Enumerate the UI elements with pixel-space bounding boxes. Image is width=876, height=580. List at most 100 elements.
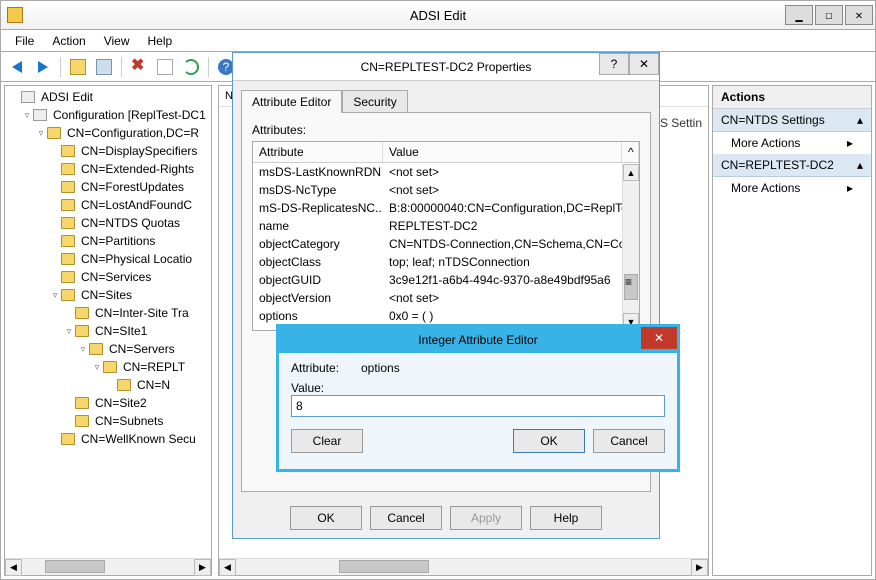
expand-toggle-icon[interactable]: ▿ <box>77 344 89 355</box>
up-button[interactable] <box>66 55 90 79</box>
folder-icon <box>61 235 75 247</box>
tree-node[interactable]: ▿CN=SIte1 <box>7 322 209 340</box>
scroll-right-icon[interactable]: ▶ <box>691 559 708 576</box>
panel-icon <box>96 59 112 75</box>
attribute-list[interactable]: Attribute Value ^ msDS-LastKnownRDN<not … <box>252 141 640 331</box>
tree-node[interactable]: CN=Site2 <box>7 394 209 412</box>
attr-value-cell: 0x0 = ( ) <box>383 307 639 325</box>
tree-node[interactable]: CN=Extended-Rights <box>7 160 209 178</box>
tree-node[interactable]: ▿CN=Sites <box>7 286 209 304</box>
scroll-thumb[interactable] <box>339 560 429 573</box>
attribute-row[interactable]: msDS-NcType<not set> <box>253 181 639 199</box>
attribute-row[interactable]: objectVersion<not set> <box>253 289 639 307</box>
show-hide-tree-button[interactable] <box>92 55 116 79</box>
folder-icon <box>103 361 117 373</box>
tree-node[interactable]: ▿Configuration [ReplTest-DC1 <box>7 106 209 124</box>
tree-view[interactable]: ADSI Edit▿Configuration [ReplTest-DC1▿CN… <box>5 86 211 558</box>
tab-security[interactable]: Security <box>342 90 407 113</box>
tree-node[interactable]: CN=Partitions <box>7 232 209 250</box>
dialog-help-button[interactable]: ? <box>599 53 629 75</box>
ok-button[interactable]: OK <box>513 429 585 453</box>
dialog-close-button[interactable]: ✕ <box>629 53 659 75</box>
scroll-thumb[interactable] <box>45 560 105 573</box>
col-value[interactable]: Value <box>383 142 622 162</box>
dialog-title-bar[interactable]: CN=REPLTEST-DC2 Properties ? ✕ <box>233 53 659 81</box>
menu-action[interactable]: Action <box>44 32 93 50</box>
folder-icon <box>61 199 75 211</box>
folder-icon <box>75 415 89 427</box>
tree-hscroll[interactable]: ◀ ▶ <box>5 558 211 575</box>
chevron-right-icon: ▸ <box>847 136 853 150</box>
tree-node[interactable]: ▿CN=Configuration,DC=R <box>7 124 209 142</box>
menu-bar: File Action View Help <box>0 30 876 52</box>
list-item-truncated[interactable]: S Settin <box>660 116 702 130</box>
attribute-row[interactable]: objectCategoryCN=NTDS-Connection,CN=Sche… <box>253 235 639 253</box>
folder-icon <box>61 253 75 265</box>
collapse-icon: ▴ <box>857 113 863 127</box>
folder-icon <box>75 397 89 409</box>
expand-toggle-icon[interactable]: ▿ <box>35 128 47 139</box>
attr-vscroll[interactable]: ▲ ≡ ▼ <box>622 164 639 330</box>
tree-node[interactable]: ▿ CN=Servers <box>7 340 209 358</box>
tree-node[interactable]: CN=DisplaySpecifiers <box>7 142 209 160</box>
root-icon <box>33 109 47 121</box>
expand-toggle-icon[interactable]: ▿ <box>63 326 75 337</box>
tree-node[interactable]: CN=ForestUpdates <box>7 178 209 196</box>
attribute-row[interactable]: mS-DS-ReplicatesNC...B:8:00000040:CN=Con… <box>253 199 639 217</box>
scroll-left-icon[interactable]: ◀ <box>5 559 22 576</box>
integer-dialog-title-bar[interactable]: Integer Attribute Editor ✕ <box>279 327 677 353</box>
help-button[interactable]: Help <box>530 506 602 530</box>
tree-node[interactable]: CN=Services <box>7 268 209 286</box>
back-button[interactable] <box>5 55 29 79</box>
action-group-repltest[interactable]: CN=REPLTEST-DC2 ▴ <box>713 154 871 177</box>
integer-dialog-close-button[interactable]: ✕ <box>641 327 677 349</box>
menu-file[interactable]: File <box>7 32 42 50</box>
tree-node[interactable]: CN=WellKnown Secu <box>7 430 209 448</box>
apply-button[interactable]: Apply <box>450 506 522 530</box>
attribute-row[interactable]: msDS-LastKnownRDN<not set> <box>253 163 639 181</box>
refresh-button[interactable] <box>179 55 203 79</box>
scroll-thumb[interactable]: ≡ <box>624 274 638 300</box>
menu-view[interactable]: View <box>96 32 138 50</box>
col-attribute[interactable]: Attribute <box>253 142 383 162</box>
tree-node[interactable]: CN=Physical Locatio <box>7 250 209 268</box>
attr-value-cell: 3c9e12f1-a6b4-494c-9370-a8e49bdf95a6 <box>383 271 639 289</box>
expand-toggle-icon[interactable]: ▿ <box>91 362 103 373</box>
tree-node[interactable]: CN=Inter-Site Tra <box>7 304 209 322</box>
action-group-ntds[interactable]: CN=NTDS Settings ▴ <box>713 109 871 132</box>
clear-button[interactable]: Clear <box>291 429 363 453</box>
expand-toggle-icon[interactable]: ▿ <box>21 110 33 121</box>
list-hscroll[interactable]: ◀ ▶ <box>219 558 708 575</box>
menu-help[interactable]: Help <box>140 32 181 50</box>
col-corner: ^ <box>622 142 639 162</box>
tree-node-label: CN=DisplaySpecifiers <box>79 143 199 159</box>
properties-button[interactable] <box>153 55 177 79</box>
tree-node-label: CN=Physical Locatio <box>79 251 194 267</box>
forward-button[interactable] <box>31 55 55 79</box>
value-input[interactable] <box>291 395 665 417</box>
attribute-row[interactable]: objectClasstop; leaf; nTDSConnection <box>253 253 639 271</box>
tree-node[interactable]: CN=N <box>7 376 209 394</box>
tree-node-label: CN=Servers <box>107 341 177 357</box>
cancel-button[interactable]: Cancel <box>593 429 665 453</box>
attribute-row[interactable]: objectGUID3c9e12f1-a6b4-494c-9370-a8e49b… <box>253 271 639 289</box>
scroll-right-icon[interactable]: ▶ <box>194 559 211 576</box>
tree-node[interactable]: ADSI Edit <box>7 88 209 106</box>
action-more-2[interactable]: More Actions ▸ <box>713 177 871 199</box>
delete-button[interactable]: ✖ <box>127 55 151 79</box>
expand-toggle-icon[interactable]: ▿ <box>49 290 61 301</box>
ok-button[interactable]: OK <box>290 506 362 530</box>
attribute-row[interactable]: options0x0 = ( ) <box>253 307 639 325</box>
folder-icon <box>61 217 75 229</box>
action-more-1[interactable]: More Actions ▸ <box>713 132 871 154</box>
tree-node[interactable]: ▿CN=REPLT <box>7 358 209 376</box>
attribute-row[interactable]: nameREPLTEST-DC2 <box>253 217 639 235</box>
cancel-button[interactable]: Cancel <box>370 506 442 530</box>
tree-node[interactable]: CN=NTDS Quotas <box>7 214 209 232</box>
tree-node[interactable]: CN=Subnets <box>7 412 209 430</box>
scroll-left-icon[interactable]: ◀ <box>219 559 236 576</box>
attr-name-cell: options <box>253 307 383 325</box>
scroll-up-icon[interactable]: ▲ <box>623 164 639 181</box>
tree-node[interactable]: CN=LostAndFoundC <box>7 196 209 214</box>
tab-attribute-editor[interactable]: Attribute Editor <box>241 90 342 113</box>
